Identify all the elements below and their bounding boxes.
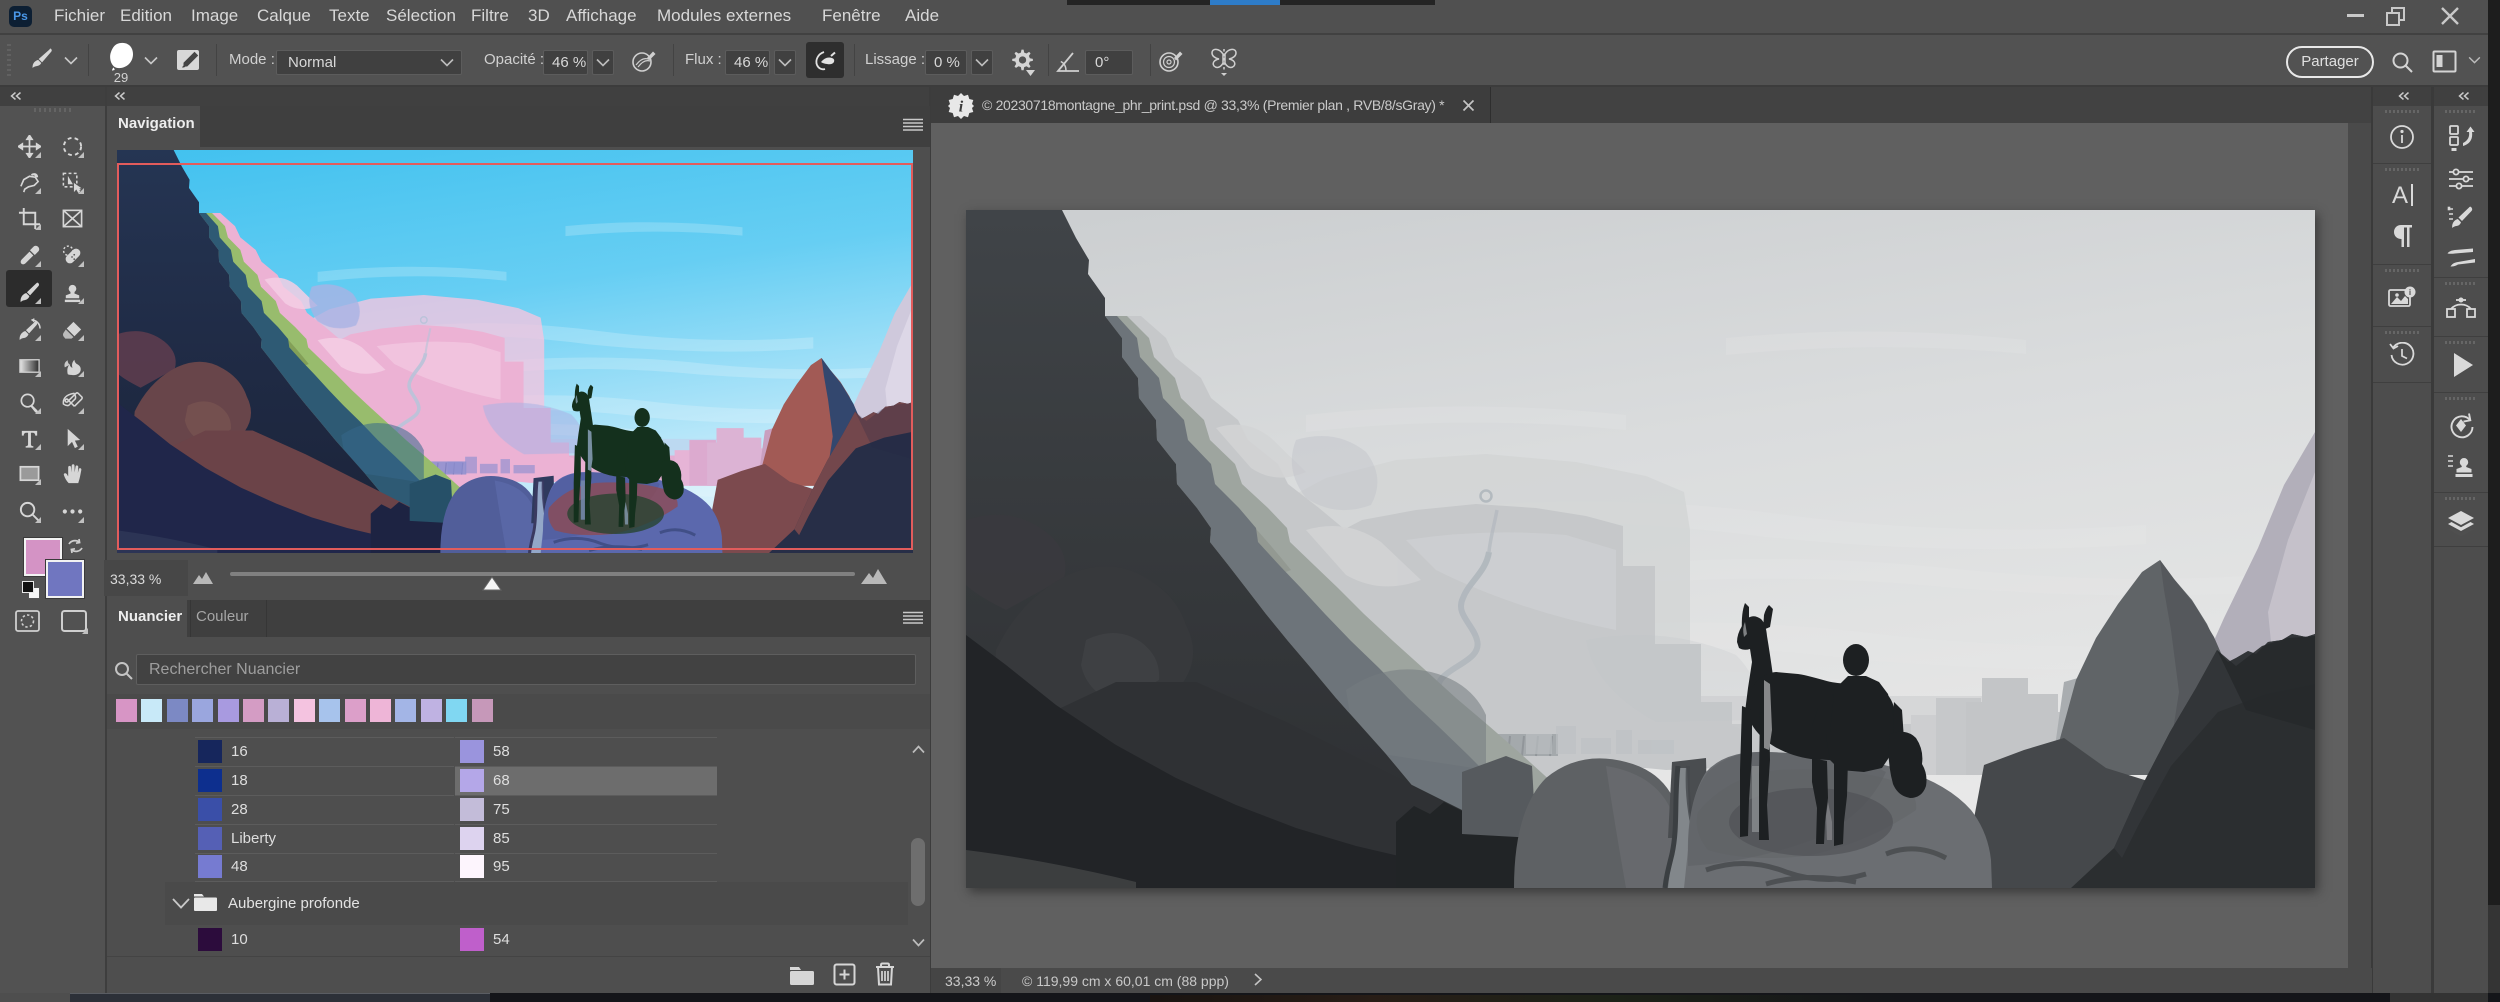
svg-text:i: i <box>959 99 964 116</box>
svg-text:i: i <box>2409 288 2411 297</box>
svg-text:A: A <box>2392 182 2408 208</box>
